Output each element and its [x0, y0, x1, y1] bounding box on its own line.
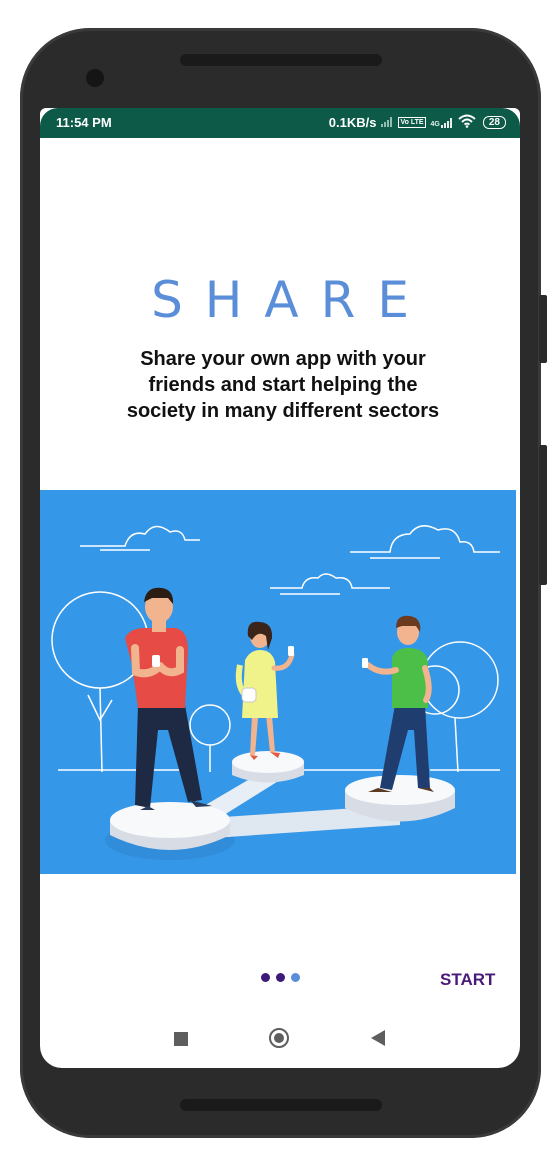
- start-button[interactable]: START: [440, 970, 495, 990]
- page-dot-3[interactable]: [291, 973, 300, 982]
- network-type: 4G: [430, 120, 440, 128]
- phone-screen: 11:54 PM 0.1KB/s Vo LTE 4G 28 SHARE Shar…: [40, 108, 520, 1068]
- navigation-bar: [40, 1018, 520, 1058]
- back-icon[interactable]: [371, 1030, 385, 1046]
- signal-4g-icon: 4G: [430, 117, 453, 128]
- page-dot-1[interactable]: [261, 973, 270, 982]
- people-sharing-illustration: [40, 490, 516, 874]
- tree-icon: [189, 704, 231, 772]
- cloud-icon: [350, 525, 500, 559]
- page-dot-2[interactable]: [276, 973, 285, 982]
- onboarding-description: Share your own app with your friends and…: [126, 348, 440, 422]
- man-red-shirt: [125, 587, 212, 810]
- top-speaker: [180, 54, 382, 66]
- recent-apps-icon[interactable]: [174, 1032, 188, 1046]
- status-time: 11:54 PM: [56, 115, 112, 130]
- cloud-icon: [270, 573, 390, 595]
- wifi-icon: [458, 114, 476, 131]
- home-icon[interactable]: [269, 1028, 289, 1048]
- bottom-speaker: [180, 1099, 382, 1111]
- status-icons: 0.1KB/s Vo LTE 4G 28: [329, 114, 506, 131]
- signal-icon: [381, 116, 393, 129]
- power-button: [539, 295, 547, 363]
- volume-button: [539, 445, 547, 585]
- network-speed: 0.1KB/s: [328, 115, 377, 130]
- front-camera: [86, 69, 104, 87]
- man-green-shirt: [362, 615, 434, 792]
- volte-icon: Vo LTE: [398, 117, 426, 128]
- battery-icon: 28: [482, 116, 506, 129]
- cloud-icon: [80, 525, 200, 551]
- platform-right: [345, 775, 455, 822]
- woman-yellow-dress: [235, 621, 295, 760]
- status-bar: 11:54 PM 0.1KB/s Vo LTE 4G 28: [40, 108, 520, 138]
- page-indicator: [261, 973, 300, 982]
- onboarding-title: SHARE: [151, 271, 431, 329]
- platform-middle: [232, 751, 304, 783]
